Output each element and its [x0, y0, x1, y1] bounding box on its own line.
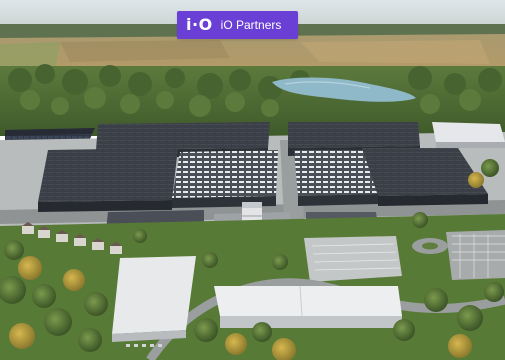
warehouse-skylight-2: [294, 150, 378, 206]
brand-name: iO Partners: [220, 18, 282, 32]
io-partners-logo-badge: i·O iO Partners: [177, 11, 298, 39]
io-logo-mark-icon: i·O: [186, 15, 213, 34]
aerial-render-frame: i·O iO Partners: [0, 0, 505, 360]
industrial-park-aerial-image: [0, 0, 505, 360]
warehouse-skylight-1: [172, 150, 278, 208]
warehouse-front-left: [38, 148, 178, 212]
